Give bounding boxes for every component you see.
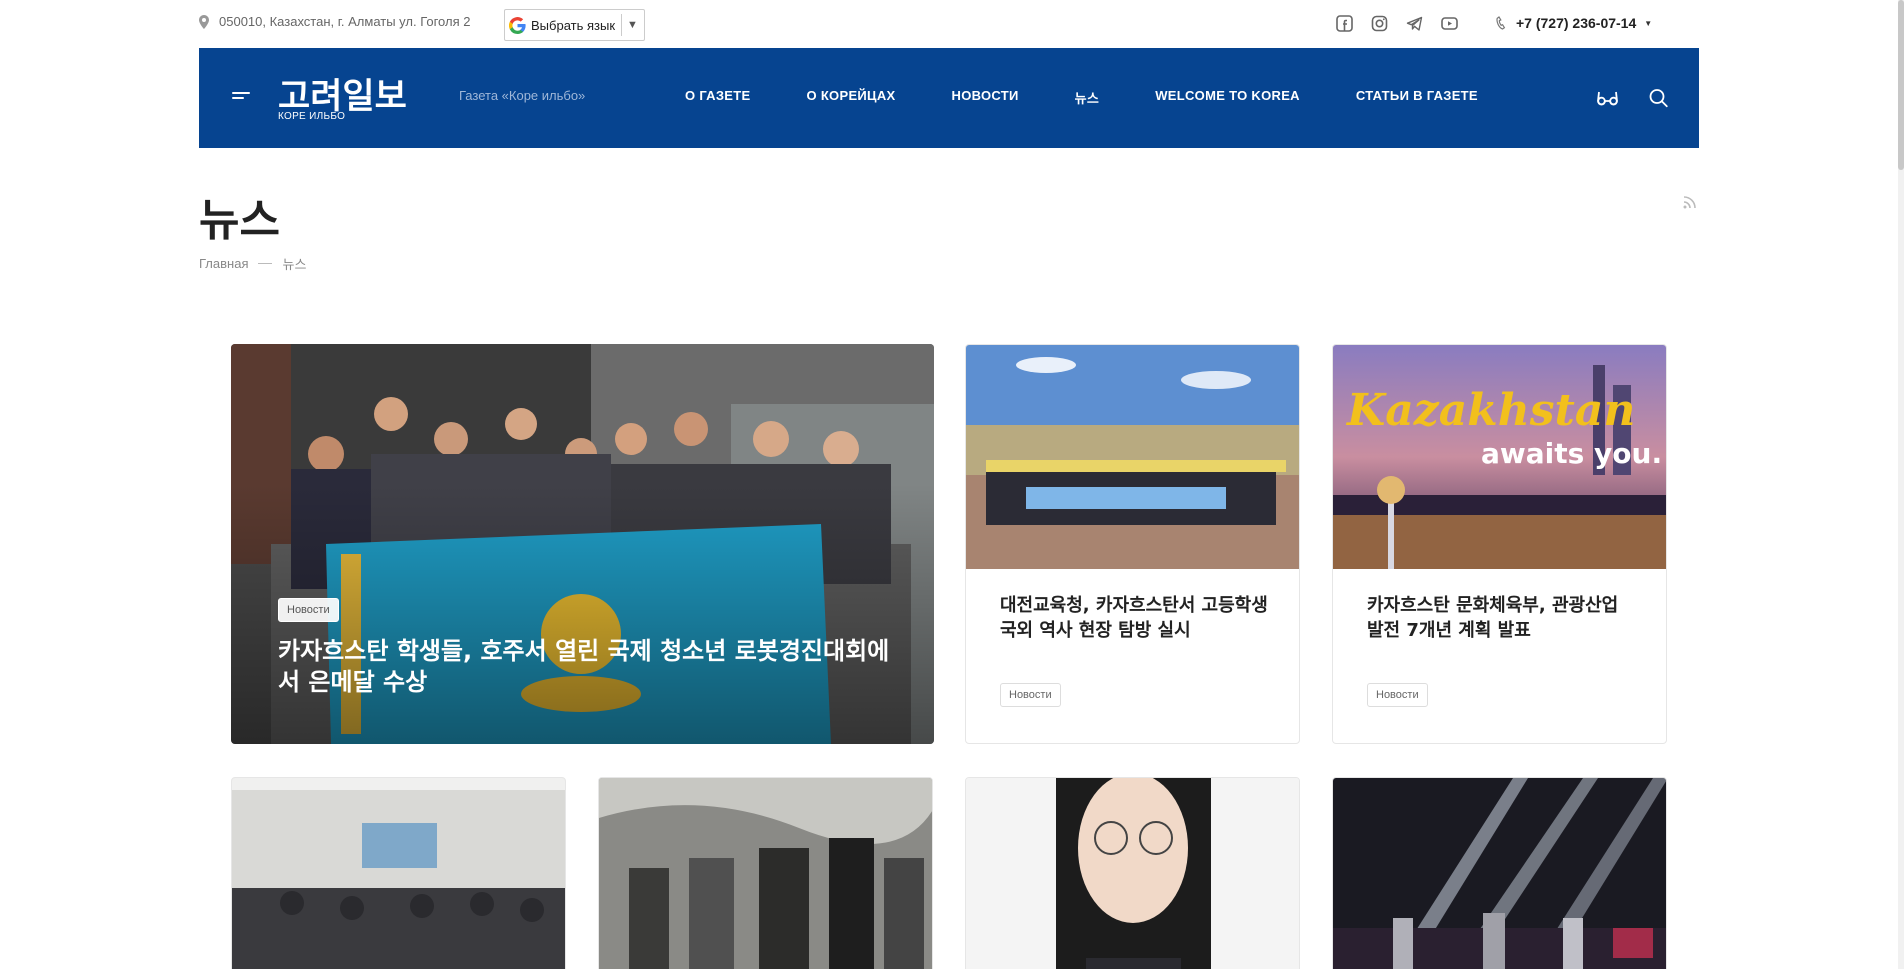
- main-nav: О ГАЗЕТЕ О КОРЕЙЦАХ НОВОСТИ 뉴스 WELCOME T…: [685, 88, 1534, 107]
- logo-subtitle: КОРЕ ИЛЬБО: [278, 111, 346, 122]
- page-title: 뉴스: [199, 195, 280, 246]
- featured-news-card[interactable]: Новости 카자흐스탄 학생들, 호주서 열린 국제 청소년 로봇경진대회에…: [231, 344, 934, 744]
- news-card[interactable]: [598, 777, 933, 969]
- telegram-icon[interactable]: [1406, 15, 1423, 32]
- phone-dropdown[interactable]: +7 (727) 236-07-14 ▼: [1496, 15, 1652, 31]
- breadcrumb-current: 뉴스: [282, 257, 307, 272]
- google-translate-select[interactable]: Выбрать язык ▼: [504, 9, 645, 41]
- address: 050010, Казахстан, г. Алматы ул. Гоголя …: [199, 14, 470, 29]
- news-card-image: [966, 778, 1299, 969]
- top-bar: 050010, Казахстан, г. Алматы ул. Гоголя …: [0, 0, 1904, 48]
- caret-down-icon: ▼: [1644, 18, 1653, 28]
- menu-burger-icon[interactable]: [232, 92, 250, 104]
- news-card[interactable]: [1332, 777, 1667, 969]
- news-card-image: [1333, 778, 1666, 969]
- news-card-image: [966, 345, 1299, 569]
- nav-about-newspaper[interactable]: О ГАЗЕТЕ: [685, 88, 751, 107]
- nav-news-ko[interactable]: 뉴스: [1075, 88, 1100, 107]
- image-text: Kazakhstan: [1345, 385, 1635, 436]
- location-pin-icon: [199, 14, 209, 29]
- google-icon: [509, 16, 526, 34]
- divider: [621, 14, 623, 36]
- dropdown-arrow-icon: ▼: [627, 19, 638, 31]
- image-text: awaits you.: [1481, 437, 1662, 470]
- news-card[interactable]: [965, 777, 1300, 969]
- nav-about-koreans[interactable]: О КОРЕЙЦАХ: [807, 88, 896, 107]
- search-icon[interactable]: [1648, 88, 1669, 108]
- breadcrumb: Главная 뉴스: [199, 254, 306, 273]
- rss-icon[interactable]: [1682, 194, 1698, 210]
- youtube-icon[interactable]: [1441, 15, 1458, 32]
- header-actions: [1597, 88, 1669, 108]
- featured-title[interactable]: 카자흐스탄 학생들, 호주서 열린 국제 청소년 로봇경진대회에서 은메달 수상: [278, 636, 898, 698]
- breadcrumb-separator: [258, 263, 273, 264]
- category-tag[interactable]: Новости: [1000, 683, 1061, 707]
- news-card-image: Kazakhstan awaits you.: [1333, 345, 1666, 569]
- address-text: 050010, Казахстан, г. Алматы ул. Гоголя …: [219, 14, 471, 29]
- nav-welcome-to-korea[interactable]: WELCOME TO KOREA: [1155, 88, 1300, 107]
- phone-icon: [1496, 16, 1506, 30]
- category-tag[interactable]: Новости: [1367, 683, 1428, 707]
- nav-news-ru[interactable]: НОВОСТИ: [952, 88, 1019, 107]
- scrollbar[interactable]: [1898, 0, 1904, 969]
- breadcrumb-home[interactable]: Главная: [199, 256, 248, 271]
- phone-number: +7 (727) 236-07-14: [1516, 15, 1637, 31]
- news-card[interactable]: 대전교육청, 카자흐스탄서 고등학생 국외 역사 현장 탐방 실시 Новост…: [965, 344, 1300, 744]
- social-links: [1336, 15, 1458, 32]
- news-card[interactable]: Kazakhstan awaits you. 카자흐스탄 문화체육부, 관광산업…: [1332, 344, 1667, 744]
- scrollbar-thumb[interactable]: [1898, 0, 1904, 170]
- main-header: 고려일보 КОРЕ ИЛЬБО Газета «Коре ильбо» О ГА…: [199, 48, 1699, 148]
- nav-articles[interactable]: СТАТЬИ В ГАЗЕТЕ: [1356, 88, 1478, 107]
- glasses-icon[interactable]: [1597, 88, 1618, 108]
- translate-label: Выбрать язык: [531, 17, 616, 33]
- news-card[interactable]: [231, 777, 566, 969]
- news-card-image: [599, 778, 932, 969]
- news-card-title[interactable]: 대전교육청, 카자흐스탄서 고등학생 국외 역사 현장 탐방 실시: [1000, 593, 1270, 643]
- category-tag[interactable]: Новости: [278, 598, 339, 622]
- instagram-icon[interactable]: [1371, 15, 1388, 32]
- header-tagline: Газета «Коре ильбо»: [459, 88, 586, 103]
- news-card-title[interactable]: 카자흐스탄 문화체육부, 관광산업 발전 7개년 계획 발표: [1367, 593, 1637, 643]
- news-card-image: [232, 778, 565, 969]
- facebook-icon[interactable]: [1336, 15, 1353, 32]
